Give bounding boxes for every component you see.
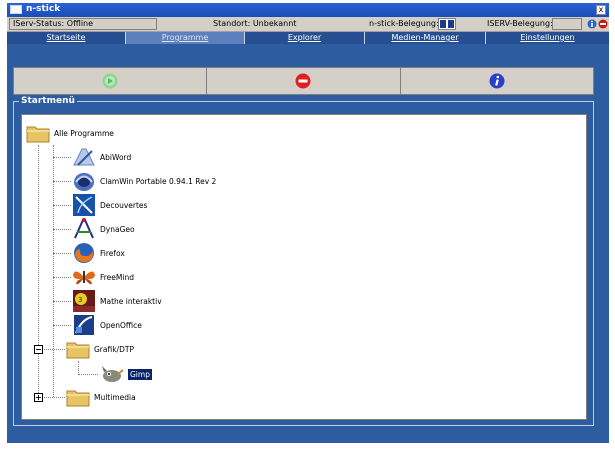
program-dynageo[interactable]: DynaGeo	[72, 217, 135, 241]
window-title: n-stick	[26, 4, 61, 14]
tree-line	[53, 229, 71, 230]
folder-label: Grafik/DTP	[94, 344, 134, 354]
iserv-status-field: IServ-Status: Offline	[9, 18, 157, 30]
tab-explorer[interactable]: Explorer	[245, 32, 365, 44]
program-openoffice[interactable]: OpenOffice	[72, 313, 142, 337]
collapse-grafik-button[interactable]: −	[34, 345, 43, 354]
program-label: FreeMind	[100, 272, 134, 282]
title-bar: n-stick x	[7, 3, 609, 17]
location-text: Standort: Unbekannt	[213, 19, 297, 28]
tree-line	[78, 374, 98, 375]
stop-icon	[295, 73, 311, 89]
program-label: AbiWord	[100, 152, 132, 162]
nstick-usage-bar	[438, 18, 456, 30]
firefox-icon	[74, 243, 94, 263]
folder-icon	[26, 126, 50, 143]
program-mathe-interaktiv[interactable]: 3 Mathe interaktiv	[72, 289, 162, 313]
folder-label: Multimedia	[94, 392, 136, 402]
stop-icon[interactable]	[598, 19, 608, 29]
program-label: Decouvertes	[100, 200, 148, 210]
close-button[interactable]: x	[596, 5, 606, 15]
tree-line	[53, 301, 71, 302]
tree-line	[53, 277, 71, 278]
program-label: Mathe interaktiv	[100, 296, 162, 306]
startmenu-title: Startmenü	[19, 96, 77, 106]
folder-icon	[66, 390, 90, 407]
program-abiword[interactable]: AbiWord	[72, 145, 131, 169]
startmenu-panel: Startmenü Alle Programme AbiWord ClamWin…	[13, 96, 594, 426]
app-icon	[10, 5, 22, 14]
program-label: ClamWin Portable 0.94.1 Rev 2	[100, 176, 217, 186]
folder-multimedia[interactable]: Multimedia	[66, 385, 136, 409]
program-firefox[interactable]: Firefox	[72, 241, 125, 265]
tree-line	[53, 157, 71, 158]
nstick-usage-label: n-stick-Belegung:	[369, 19, 439, 28]
start-icon	[102, 73, 118, 89]
tab-einstellungen[interactable]: Einstellungen	[486, 32, 609, 44]
tree-line	[53, 181, 71, 182]
program-freemind[interactable]: FreeMind	[72, 265, 134, 289]
tree-line	[53, 205, 71, 206]
info-button[interactable]	[401, 68, 593, 94]
tree-line	[53, 253, 71, 254]
svg-text:3: 3	[78, 296, 82, 304]
tree-line	[38, 145, 39, 397]
gimp-label: Gimp	[128, 368, 152, 380]
mathe-icon: 3	[73, 290, 95, 312]
clamwin-icon	[74, 173, 94, 191]
tree-root-label: Alle Programme	[54, 128, 114, 138]
gimp-icon	[102, 366, 124, 382]
openoffice-icon	[74, 315, 94, 335]
program-decouvertes[interactable]: Decouvertes	[72, 193, 147, 217]
tree-line	[53, 325, 71, 326]
folder-icon	[66, 342, 90, 359]
tab-programme[interactable]: Programme	[126, 32, 245, 44]
tab-bar: Startseite Programme Explorer Medien-Man…	[7, 32, 609, 44]
iserv-usage-label: ISERV-Belegung:	[487, 19, 553, 28]
program-clamwin[interactable]: ClamWin Portable 0.94.1 Rev 2	[72, 169, 216, 193]
abiword-icon	[73, 148, 95, 166]
program-label: DynaGeo	[100, 224, 135, 234]
tab-medien-manager[interactable]: Medien-Manager	[365, 32, 486, 44]
toolbar	[13, 67, 594, 95]
iserv-usage-bar	[552, 18, 582, 30]
freemind-icon	[73, 271, 95, 285]
stop-button[interactable]	[207, 68, 401, 94]
program-label: OpenOffice	[100, 320, 142, 330]
program-gimp[interactable]: Gimp	[100, 362, 152, 386]
info-icon[interactable]	[587, 19, 597, 29]
tree-line	[53, 145, 54, 397]
info-icon	[489, 73, 505, 89]
expand-multimedia-button[interactable]: +	[34, 393, 43, 402]
dynageo-icon	[74, 218, 94, 239]
tree-line	[78, 361, 79, 375]
tree-root-alle-programme[interactable]: Alle Programme	[26, 121, 114, 145]
decouvertes-icon	[73, 194, 95, 216]
status-bar: IServ-Status: Offline Standort: Unbekann…	[7, 17, 609, 32]
tab-startseite[interactable]: Startseite	[7, 32, 126, 44]
folder-grafik-dtp[interactable]: Grafik/DTP	[66, 337, 134, 361]
program-tree[interactable]: Alle Programme AbiWord ClamWin Portable …	[21, 114, 587, 420]
program-label: Firefox	[100, 248, 125, 258]
start-button[interactable]	[14, 68, 208, 94]
